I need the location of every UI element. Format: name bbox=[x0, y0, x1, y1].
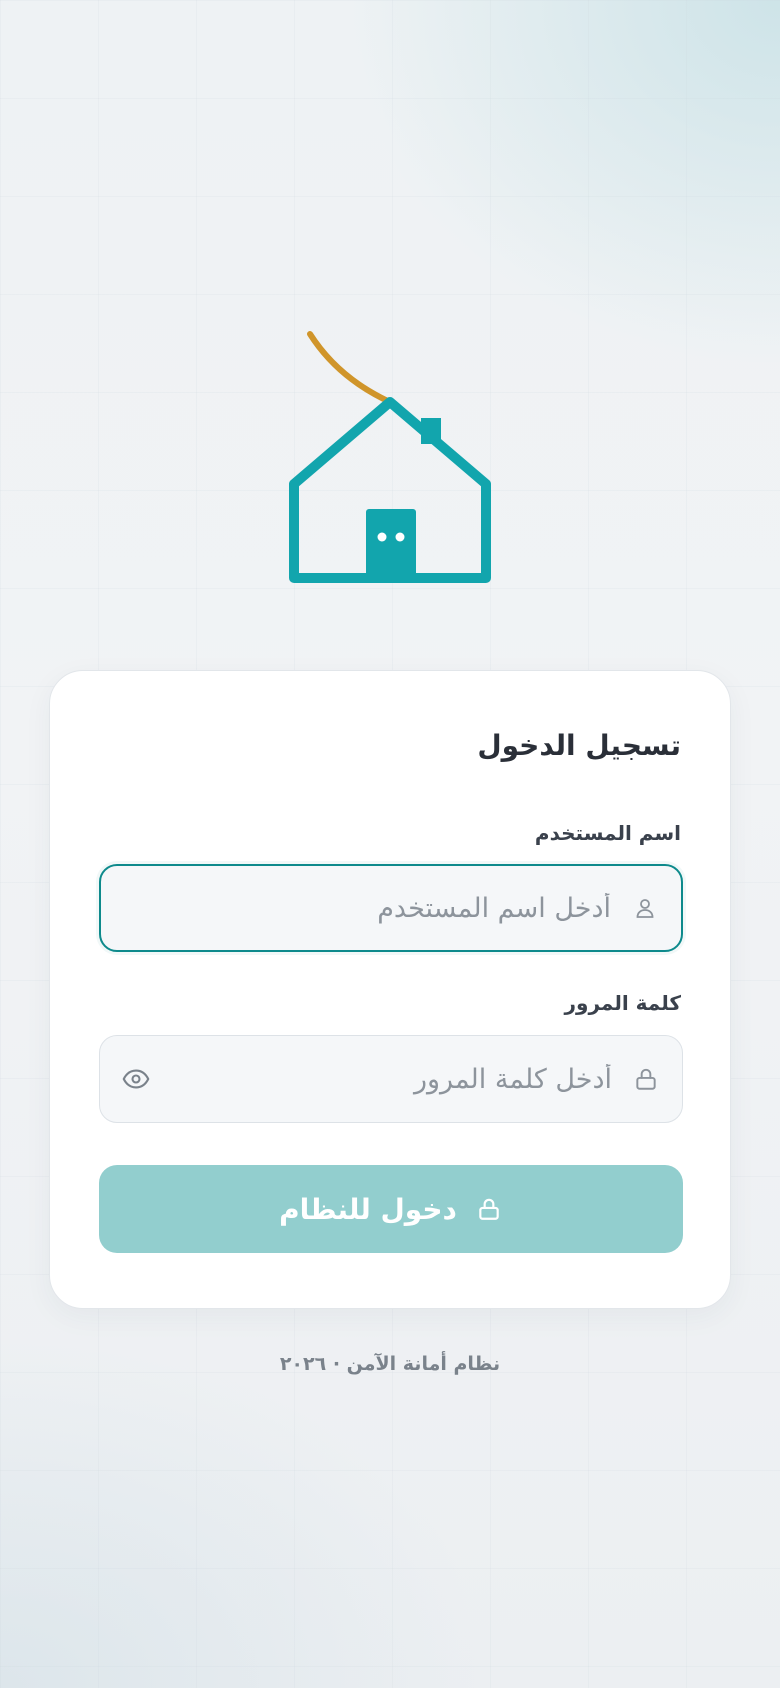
eye-icon[interactable] bbox=[120, 1063, 152, 1095]
lock-icon bbox=[632, 1065, 660, 1093]
lock-icon bbox=[475, 1195, 503, 1223]
username-field[interactable] bbox=[99, 864, 683, 952]
footer-copyright: نظام أمانة الآمن · ٢٠٢٦ bbox=[279, 1353, 501, 1375]
login-title: تسجيل الدخول bbox=[477, 729, 681, 762]
password-field[interactable] bbox=[99, 1035, 683, 1123]
login-submit-label: دخول للنظام bbox=[279, 1192, 457, 1226]
username-label: اسم المستخدم bbox=[534, 821, 681, 845]
username-input[interactable] bbox=[171, 866, 611, 950]
user-icon bbox=[631, 894, 659, 922]
password-input[interactable] bbox=[172, 1036, 612, 1122]
house-logo bbox=[289, 331, 491, 583]
login-card: تسجيل الدخول اسم المستخدم كلمة المرور bbox=[49, 670, 731, 1309]
login-submit-button[interactable]: دخول للنظام bbox=[99, 1165, 683, 1253]
password-label: كلمة المرور bbox=[564, 991, 681, 1015]
